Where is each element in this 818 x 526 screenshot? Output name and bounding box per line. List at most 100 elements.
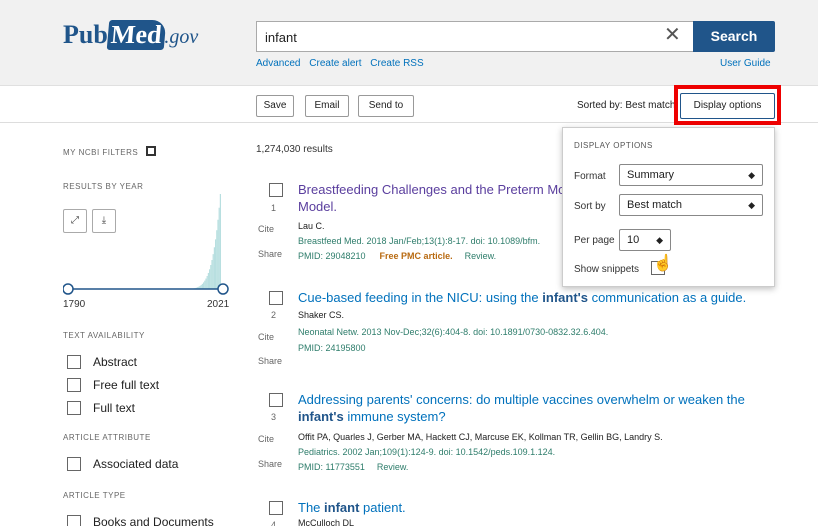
histogram-bar — [207, 272, 209, 289]
histogram-bar — [217, 219, 219, 289]
histogram-bar — [218, 207, 220, 289]
sortby-select[interactable]: Best match ◆ — [619, 194, 763, 216]
books-documents-label: Books and Documents — [93, 515, 214, 526]
sorted-by-label[interactable]: Sorted by: Best match — [577, 100, 675, 111]
histogram-bar — [219, 194, 221, 289]
format-label: Format — [574, 171, 606, 182]
year-start: 1790 — [63, 299, 86, 310]
histogram-bar — [215, 239, 217, 289]
email-button[interactable]: Email — [305, 95, 349, 117]
external-link-icon — [146, 146, 157, 156]
histogram-bar — [204, 280, 206, 289]
result-checkbox[interactable] — [269, 501, 283, 515]
result-checkbox[interactable] — [269, 291, 283, 305]
year-histogram[interactable] — [63, 190, 233, 300]
histogram-bar — [209, 269, 211, 289]
share-button[interactable]: Share — [258, 356, 282, 366]
associated-data-checkbox[interactable] — [67, 457, 81, 471]
pmid: PMID: 24195800 — [298, 343, 366, 353]
share-button[interactable]: Share — [258, 459, 282, 469]
histogram-bar — [206, 275, 208, 289]
result-title-bold: infant's — [298, 409, 344, 424]
result-number: 2 — [271, 310, 277, 320]
clear-search-icon[interactable]: ✕ — [664, 22, 681, 47]
logo-text: Pub — [63, 20, 108, 49]
send-to-button[interactable]: Send to — [358, 95, 414, 117]
results-count: 1,274,030 results — [256, 144, 333, 155]
result-checkbox[interactable] — [269, 183, 283, 197]
result-title-bold: infant's — [542, 290, 588, 305]
result-title-line2: Model. — [298, 199, 338, 214]
result-number: 4 — [271, 520, 277, 526]
result-title[interactable]: Addressing parents' concerns: do multipl… — [298, 391, 745, 425]
result-pmid: PMID: 24195800 — [298, 343, 366, 353]
abstract-checkbox[interactable] — [67, 355, 81, 369]
article-type-heading: ARTICLE TYPE — [63, 491, 126, 500]
free-full-text-checkbox[interactable] — [67, 378, 81, 392]
perpage-value: 10 — [627, 234, 640, 246]
result-title-a: Cue-based feeding in the NICU: using the — [298, 290, 543, 305]
review-badge: Review. — [464, 251, 497, 261]
create-alert-link[interactable]: Create alert — [309, 58, 361, 69]
free-pmc-badge: Free PMC article. — [379, 251, 453, 261]
advanced-link[interactable]: Advanced — [256, 58, 300, 69]
result-title-a: The — [298, 500, 325, 515]
review-badge: Review. — [376, 462, 409, 472]
result-title-c: immune system? — [343, 409, 446, 424]
result-title[interactable]: The infant patient. — [298, 499, 406, 516]
search-links: Advanced Create alert Create RSS — [256, 58, 430, 69]
cite-button[interactable]: Cite — [258, 224, 274, 234]
year-start-handle[interactable] — [63, 283, 74, 295]
histogram-bar — [216, 230, 218, 289]
sortby-value: Best match — [627, 199, 683, 211]
my-ncbi-filters[interactable]: MY NCBI FILTERS — [63, 146, 157, 157]
updown-icon: ◆ — [656, 235, 663, 245]
save-button[interactable]: Save — [256, 95, 294, 117]
sortby-label: Sort by — [574, 201, 606, 212]
result-citation: Neonatal Netw. 2013 Nov-Dec;32(6):404-8.… — [298, 327, 609, 337]
result-title-bold: infant — [324, 500, 360, 515]
highlight-box — [674, 85, 781, 125]
histogram-bar — [212, 254, 214, 289]
associated-data-label: Associated data — [93, 457, 179, 471]
result-pmid: PMID: 11773551 Review. — [298, 462, 408, 472]
result-authors: Offit PA, Quarles J, Gerber MA, Hackett … — [298, 432, 663, 442]
full-text-label: Full text — [93, 401, 136, 415]
result-citation: Breastfeed Med. 2018 Jan/Feb;13(1):8-17.… — [298, 236, 541, 246]
updown-icon: ◆ — [748, 200, 755, 210]
year-end: 2021 — [207, 299, 230, 310]
result-authors: Lau C. — [298, 221, 325, 231]
pmid: PMID: 11773551 — [298, 462, 365, 472]
pmid: PMID: 29048210 — [298, 251, 366, 261]
search-input[interactable]: infant — [256, 21, 693, 52]
share-button[interactable]: Share — [258, 249, 282, 259]
display-options-heading: DISPLAY OPTIONS — [574, 141, 653, 150]
result-title-c: patient. — [359, 500, 406, 515]
free-full-text-label: Free full text — [93, 378, 160, 392]
result-number: 1 — [271, 203, 277, 213]
result-title[interactable]: Breastfeeding Challenges and the Preterm… — [298, 181, 565, 215]
user-guide-link[interactable]: User Guide — [720, 58, 771, 69]
perpage-label: Per page — [574, 235, 615, 246]
books-documents-checkbox[interactable] — [67, 515, 81, 526]
year-end-handle[interactable] — [217, 283, 229, 295]
result-checkbox[interactable] — [269, 393, 283, 407]
article-attribute-heading: ARTICLE ATTRIBUTE — [63, 433, 151, 442]
result-title[interactable]: Cue-based feeding in the NICU: using the… — [298, 289, 746, 306]
pubmed-logo[interactable]: PubMed.gov — [63, 20, 198, 50]
cite-button[interactable]: Cite — [258, 434, 274, 444]
full-text-checkbox[interactable] — [67, 401, 81, 415]
format-select[interactable]: Summary ◆ — [619, 164, 763, 186]
result-citation: Pediatrics. 2002 Jan;109(1):124-9. doi: … — [298, 447, 556, 457]
histogram-bar — [213, 247, 215, 289]
result-authors: McCulloch DL — [298, 518, 355, 526]
hand-cursor-icon: ☝ — [653, 255, 673, 272]
search-button[interactable]: Search — [693, 21, 775, 52]
text-availability-heading: TEXT AVAILABILITY — [63, 331, 145, 340]
result-title-a: Addressing parents' concerns: do multipl… — [298, 392, 745, 407]
abstract-label: Abstract — [93, 355, 138, 369]
perpage-select[interactable]: 10 ◆ — [619, 229, 671, 251]
cite-button[interactable]: Cite — [258, 332, 274, 342]
format-value: Summary — [627, 169, 675, 181]
create-rss-link[interactable]: Create RSS — [370, 58, 423, 69]
